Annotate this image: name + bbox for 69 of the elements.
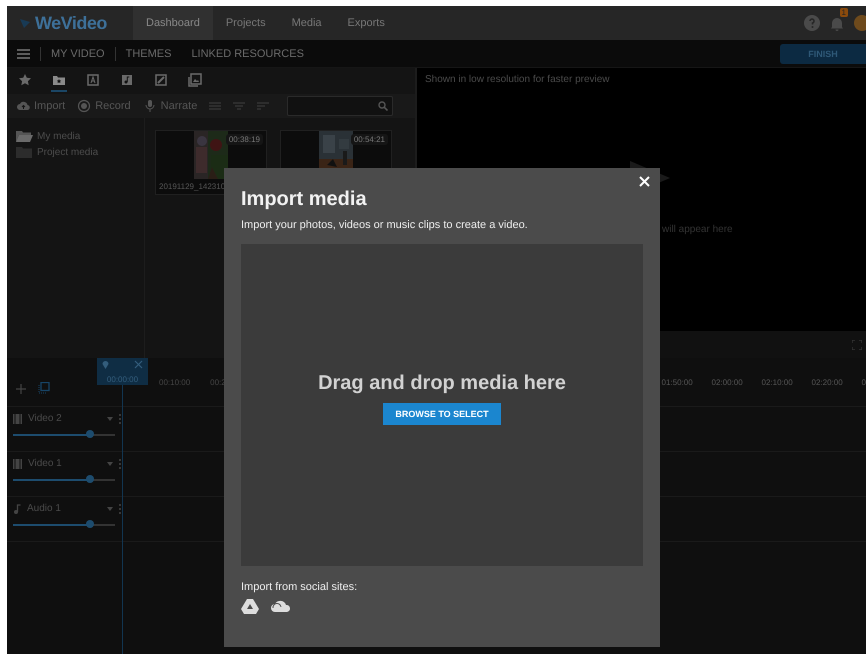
social-label: Import from social sites: <box>241 581 358 593</box>
time-tick: 01:50:00 <box>662 378 694 386</box>
search-icon <box>378 101 388 111</box>
tool-button[interactable]: Record <box>77 99 131 113</box>
logo-icon <box>19 17 31 29</box>
clip-name: 20191129_142310 <box>158 182 226 193</box>
star-icon <box>18 73 32 87</box>
time-tick: 02:10:00 <box>762 378 794 386</box>
layers-icon[interactable] <box>38 382 50 394</box>
close-button[interactable] <box>637 174 652 189</box>
track-name: Video 1 <box>28 458 63 469</box>
time-tick: 02:00:00 <box>712 378 744 386</box>
triangle-icon[interactable] <box>241 599 259 614</box>
close-icon <box>639 176 650 187</box>
gallery-icon <box>188 73 202 87</box>
notification-badge: 1 <box>840 8 848 16</box>
slider-thumb[interactable] <box>86 475 94 483</box>
menu-item[interactable]: THEMES <box>116 48 182 60</box>
duration-label: 00:54:21 <box>350 134 388 145</box>
drop-text: Drag and drop media here <box>318 372 566 394</box>
duration-label: 00:38:19 <box>226 134 263 145</box>
drop-zone[interactable]: Drag and drop media here BROWSE TO SELECT <box>241 244 643 566</box>
slider-thumb[interactable] <box>86 430 94 438</box>
edit-icon <box>154 73 168 87</box>
caret-icon[interactable] <box>107 506 113 510</box>
list-icon[interactable] <box>209 101 222 111</box>
text-icon <box>86 73 100 87</box>
logo: WeVideo <box>35 12 107 34</box>
avatar[interactable] <box>854 15 866 31</box>
folder-item[interactable]: Project media <box>16 146 144 159</box>
help-icon[interactable] <box>804 15 820 31</box>
project-title: MY VIDEO <box>50 48 106 60</box>
upload-icon <box>16 99 30 113</box>
nav-tab[interactable]: Media <box>278 6 335 40</box>
menu-item[interactable]: LINKED RESOURCES <box>181 48 314 60</box>
cloud-icon[interactable] <box>271 599 291 612</box>
bell-icon[interactable] <box>830 16 844 30</box>
search-field[interactable] <box>287 96 394 116</box>
pin-icon[interactable] <box>102 360 109 369</box>
nav-tab[interactable]: Exports <box>334 6 398 40</box>
dialog-subtitle: Import your photos, videos or music clips to create a video. <box>241 219 529 231</box>
time-tick: 02:20:00 <box>812 378 844 386</box>
folder-item[interactable]: My media <box>16 130 144 143</box>
folder-icon <box>52 73 66 87</box>
film-icon <box>13 458 22 468</box>
menu-icon[interactable] <box>17 48 30 58</box>
time-tick: 0 <box>862 378 866 386</box>
playhead-time: 00:00:00 <box>106 375 138 384</box>
music-note-icon <box>13 504 21 514</box>
slider-thumb[interactable] <box>86 520 94 528</box>
music-icon <box>120 73 134 87</box>
caret-icon[interactable] <box>107 462 113 466</box>
track-name: Audio 1 <box>27 503 62 514</box>
nav-tab[interactable]: Dashboard <box>133 6 213 40</box>
tool-button[interactable]: Import <box>16 99 66 113</box>
fullscreen-icon[interactable] <box>852 340 862 350</box>
track-name: Video 2 <box>28 413 63 424</box>
tool-button[interactable]: Narrate <box>142 99 198 113</box>
browse-button[interactable]: BROWSE TO SELECT <box>383 402 501 424</box>
nav-tab[interactable]: Projects <box>212 6 279 40</box>
film-icon <box>13 414 22 424</box>
sort-icon[interactable] <box>257 101 270 111</box>
caret-icon[interactable] <box>107 416 113 420</box>
mic-icon <box>142 99 157 113</box>
filter-icon[interactable] <box>233 101 246 111</box>
record-icon <box>77 99 92 113</box>
playhead-marker[interactable]: 00:00:00 <box>97 358 148 385</box>
preview-note: Shown in low resolution for faster preview <box>424 73 611 87</box>
add-icon[interactable] <box>16 384 26 394</box>
